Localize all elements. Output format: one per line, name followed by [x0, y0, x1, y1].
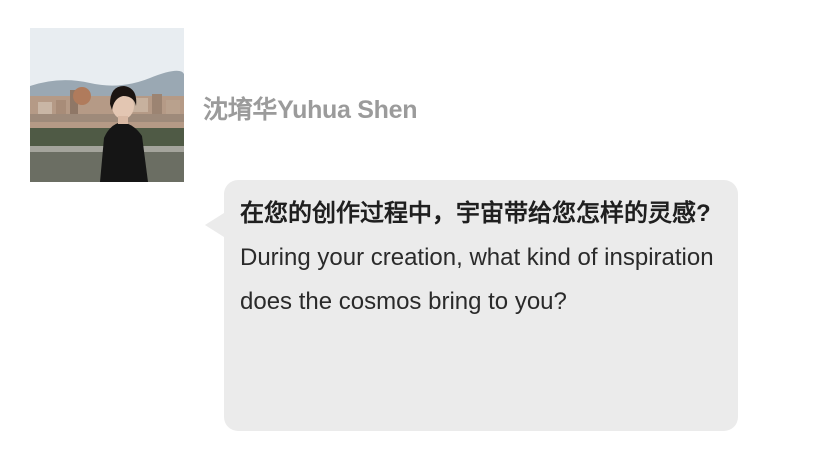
bubble-tail: [205, 213, 224, 237]
portrait-photo-icon: [30, 28, 184, 182]
author-avatar: [30, 28, 184, 182]
author-name: 沈堉华Yuhua Shen: [203, 96, 418, 124]
message-bubble: 在您的创作过程中，宇宙带给您怎样的灵感? During your creatio…: [224, 180, 738, 431]
question-chinese: 在您的创作过程中，宇宙带给您怎样的灵感?: [240, 200, 711, 227]
question-english: During your creation, what kind of inspi…: [240, 244, 714, 315]
